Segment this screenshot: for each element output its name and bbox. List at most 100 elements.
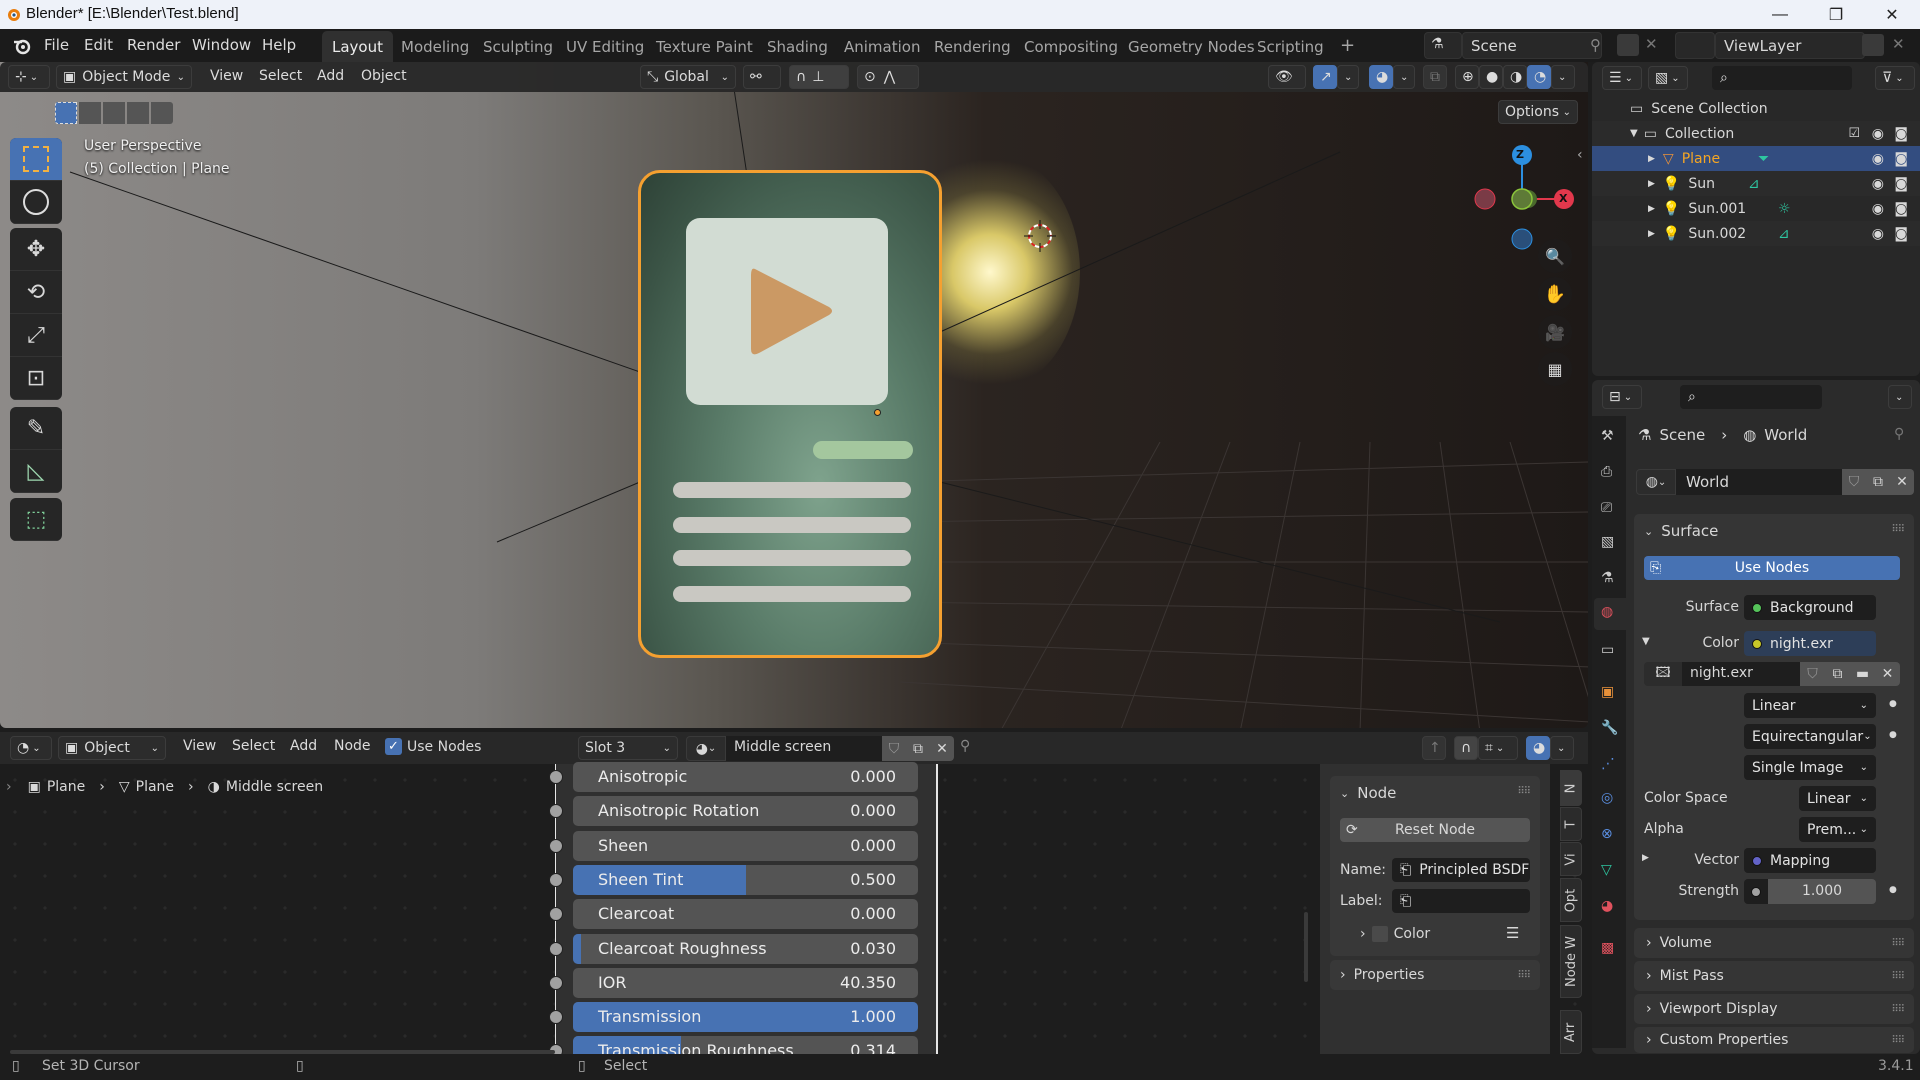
node-input-field-clearcoat-roughness[interactable]: Clearcoat Roughness 0.030 [573,933,918,964]
visibility-eye-icon[interactable]: ◉ [1872,126,1884,142]
scene-type-dropdown[interactable]: ⚗ [1424,32,1462,59]
input-socket[interactable] [549,975,563,990]
material-slot-dropdown[interactable]: Slot 3 ⌄ [578,736,678,760]
sidebar-tab-t[interactable]: T [1560,807,1582,841]
scene-name-field[interactable]: Scene [1462,32,1602,59]
properties-options-dropdown[interactable]: ⌄ [1888,385,1912,409]
use-custom-color-checkbox[interactable] [1371,926,1388,942]
outliner-filter-dropdown[interactable]: ⊽ ⌄ [1875,66,1915,90]
outliner-item-sun-002[interactable]: ▶ 💡 Sun.002 ⊿ ◉ ◙ [1592,221,1920,246]
workspace-tab-geometry-nodes[interactable]: Geometry Nodes [1118,31,1265,62]
tab-world-active[interactable]: ◍ [1594,598,1626,630]
strength-slider[interactable]: 1.000 [1744,879,1876,904]
sidebar-tab-arrange[interactable]: Arr [1560,1010,1582,1054]
color-input-field[interactable]: night.exr [1744,631,1876,656]
tool-annotate[interactable]: ✎ [10,407,62,450]
fake-user-shield-button[interactable]: ⛉ [1842,469,1866,495]
unlink-world-button[interactable]: ✕ [1890,469,1914,495]
select-new-button[interactable] [55,102,77,124]
object-mode-dropdown[interactable]: ▣ Object Mode ⌄ [56,65,192,89]
minimize-button[interactable]: — [1752,0,1808,29]
node-input-field-sheen-tint[interactable]: Sheen Tint 0.500 [573,864,918,895]
input-socket[interactable] [549,770,563,784]
viewport-display-panel-header[interactable]: › Viewport Display ⠿⠿ [1634,994,1914,1024]
tab-particles-icon[interactable]: ⋰ [1601,756,1615,772]
shading-options-dropdown[interactable]: ⌄ [1551,65,1575,89]
node-panel-header[interactable]: ⌄ Node [1340,784,1396,802]
drag-grip-icon[interactable]: ⠿⠿ [1891,938,1905,949]
blender-menu-icon[interactable] [12,36,32,56]
render-camera-icon[interactable]: ◙ [1894,201,1908,217]
node-input-field-clearcoat[interactable]: Clearcoat 0.000 [573,899,918,930]
surface-shader-field[interactable]: Background [1744,595,1876,620]
workspace-tab-sculpting[interactable]: Sculpting [473,31,563,62]
keyframe-dot-icon[interactable]: ● [1889,730,1897,740]
tab-view-layer-icon[interactable]: ▧ [1601,534,1614,550]
view-layer-type-dropdown[interactable] [1675,32,1715,59]
projection-dropdown[interactable]: Equirectangular ⌄ [1744,724,1876,749]
shader-type-dropdown[interactable]: ▣ Object ⌄ [58,736,166,760]
node-overlay-options-dropdown[interactable]: ⌄ [1550,736,1574,760]
drag-grip-icon[interactable]: ⠿⠿ [1891,971,1905,982]
select-intersect-button[interactable] [151,102,173,124]
tool-cursor[interactable] [10,181,62,224]
tool-move[interactable]: ✥ [10,228,62,271]
drag-grip-icon[interactable]: ⠿⠿ [1517,786,1531,797]
outliner-search-input[interactable]: ⌕ [1712,66,1852,90]
expand-arrow-icon[interactable]: ▶ [1648,229,1655,239]
node-color-subpanel[interactable]: › Color [1360,926,1430,942]
viewport-options-dropdown[interactable]: Options ⌄ [1498,100,1578,124]
menu-window[interactable]: Window [192,36,251,54]
material-browse-dropdown[interactable]: ◕ ⌄ [686,736,726,761]
overlay-options-dropdown[interactable]: ⌄ [1393,65,1415,89]
view-layer-name-field[interactable]: ViewLayer [1715,32,1865,59]
mist-pass-panel-header[interactable]: › Mist Pass ⠿⠿ [1634,961,1914,991]
outliner-scene-collection[interactable]: ▭ Scene Collection [1592,96,1920,121]
workspace-tab-rendering[interactable]: Rendering [924,31,1021,62]
shading-rendered-button[interactable]: ◔ [1527,65,1551,89]
workspace-tab-layout[interactable]: Layout [322,31,393,62]
node-snap-toggle[interactable]: ∩ [1454,736,1478,760]
outliner-item-sun[interactable]: ▶ 💡 Sun ⊿ ◉ ◙ [1592,171,1920,196]
sidebar-tab-options[interactable]: Opt [1560,878,1582,922]
properties-search-input[interactable]: ⌕ [1680,385,1822,409]
sidebar-tab-n[interactable]: N [1560,770,1582,806]
world-browse-dropdown[interactable]: ◍ ⌄ [1636,469,1676,495]
render-camera-icon[interactable]: ◙ [1894,176,1908,192]
visibility-eye-icon[interactable]: ◉ [1872,226,1884,242]
pin-icon[interactable]: ⚲ [1894,426,1904,442]
tab-scene-icon[interactable]: ⚗ [1601,570,1614,586]
tab-material-icon[interactable]: ◕ [1601,898,1613,914]
shading-solid-button[interactable]: ● [1479,65,1503,89]
node-overlays-toggle[interactable]: ◕ [1526,736,1550,760]
surface-panel-header[interactable]: ⌄ Surface [1644,522,1718,540]
input-socket[interactable] [549,1010,563,1025]
sidebar-tab-view[interactable]: Vi [1560,842,1582,876]
workspace-tab-compositing[interactable]: Compositing [1014,31,1128,62]
outliner-item-sun-001[interactable]: ▶ 💡 Sun.001 ☼ ◉ ◙ [1592,196,1920,221]
volume-panel-header[interactable]: › Volume ⠿⠿ [1634,928,1914,958]
image-unlink-button[interactable]: ✕ [1875,662,1900,686]
tool-select-box[interactable] [10,138,62,181]
viewport-menu-object[interactable]: Object [361,68,407,84]
select-extend-button[interactable] [79,102,101,124]
light-data-icon[interactable]: ⊿ [1748,176,1760,192]
input-socket[interactable] [549,872,563,887]
node-snap-target-dropdown[interactable]: ⌗ ⌄ [1478,736,1518,760]
node-input-field-sheen[interactable]: Sheen 0.000 [573,830,918,861]
material-duplicate-button[interactable]: ⧉ [906,736,930,761]
alpha-mode-dropdown[interactable]: Prem... ⌄ [1799,817,1876,842]
tab-modifier-wrench-icon[interactable]: 🔧 [1601,720,1618,736]
display-mode-dropdown[interactable]: ▧ ⌄ [1648,66,1688,90]
transform-orientation-dropdown[interactable]: ⤡ Global ⌄ [640,65,736,89]
parent-node-tree-button[interactable]: ↑ [1422,736,1446,760]
reset-node-button[interactable]: ⟳ Reset Node [1340,818,1530,842]
color-space-dropdown[interactable]: Linear ⌄ [1799,786,1876,811]
node-menu-select[interactable]: Select [232,738,275,754]
tab-object-icon[interactable]: ▣ [1601,684,1614,700]
xray-toggle[interactable]: ⧉ [1423,65,1447,89]
add-workspace-button[interactable]: + [1330,31,1365,62]
tool-transform[interactable]: ⊡ [10,357,62,400]
tab-texture-icon[interactable]: ▩ [1601,940,1614,956]
toggle-perspective-button[interactable]: ▦ [1538,352,1572,386]
